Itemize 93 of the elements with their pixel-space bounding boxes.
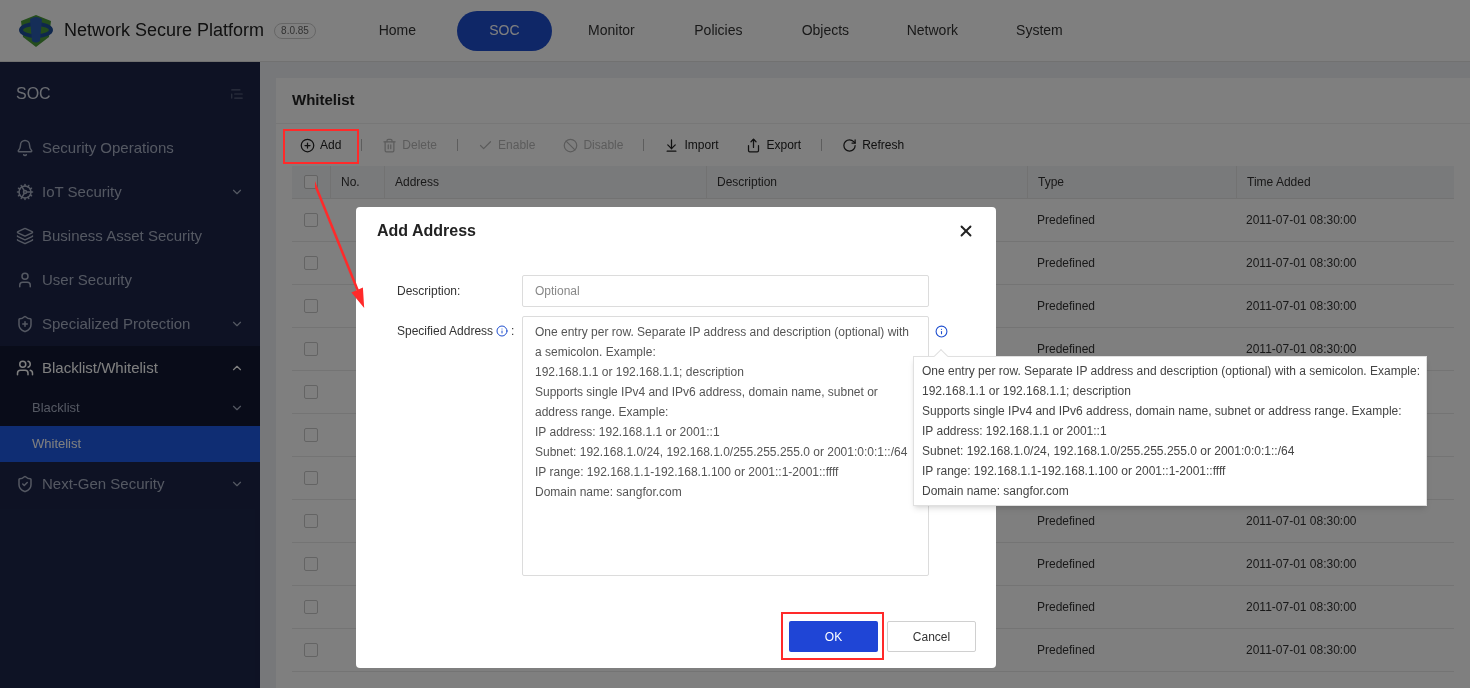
user-icon — [16, 271, 34, 289]
tooltip-line: 192.168.1.1 or 192.168.1.1; description — [922, 383, 1132, 400]
tooltip-line: IP address: 192.168.1.1 or 2001::1 — [922, 423, 1108, 440]
info-icon[interactable] — [496, 325, 509, 337]
toolbar-button[interactable]: Add — [292, 136, 350, 154]
address-entry-line: Subnet: 192.168.1.0/24, 192.168.1.0/255.255.255.0 or 2001:0:0:1::/64 — [535, 444, 909, 461]
nav-tab[interactable]: Objects — [777, 10, 873, 51]
sidebar-item[interactable]: Next-Gen Security — [0, 462, 260, 506]
checkbox[interactable] — [304, 643, 318, 657]
field-label: Description: — [397, 283, 462, 300]
checkbox[interactable] — [304, 256, 318, 270]
sidebar-subitem[interactable]: Whitelist — [0, 426, 260, 462]
shield-check-icon — [16, 475, 34, 493]
table-cell: 2011-07-01 08:30:00 — [1246, 213, 1357, 227]
nav-tab[interactable]: System — [991, 10, 1087, 51]
cancel-button[interactable]: Cancel — [887, 621, 976, 652]
share-icon — [746, 137, 762, 153]
checkbox[interactable] — [304, 428, 318, 442]
table-cell: 2011-07-01 08:30:00 — [1246, 557, 1357, 571]
table-cell: Predefined — [1037, 299, 1096, 313]
sidebar-item[interactable]: Business Asset Security — [0, 214, 260, 258]
address-entry-line: 192.168.1.1 or 192.168.1.1; description — [535, 364, 745, 381]
description-field[interactable]: Optional — [522, 275, 929, 307]
table-cell: 2011-07-01 08:30:00 — [1246, 299, 1357, 313]
sidebar-title: SOC — [16, 84, 51, 104]
checkbox[interactable] — [304, 342, 318, 356]
toolbar-button[interactable]: Export — [738, 136, 810, 154]
address-entry-line: One entry per row. Separate IP address and description (optional) with a semicolon. Example: — [535, 324, 910, 361]
checkbox[interactable] — [304, 557, 318, 571]
table-cell: Predefined — [1037, 213, 1096, 227]
menu-collapse-icon[interactable] — [230, 87, 244, 101]
shield-icon — [16, 315, 34, 333]
nav-tab[interactable]: Policies — [670, 10, 766, 51]
label-colon: : — [511, 323, 515, 340]
sidebar-item[interactable]: User Security — [0, 258, 260, 302]
column-header: No. — [330, 166, 384, 198]
table-cell: Predefined — [1037, 557, 1096, 571]
trash-icon — [382, 137, 398, 153]
nav-tab[interactable]: Monitor — [563, 10, 659, 51]
cog-icon — [16, 183, 34, 201]
info-icon[interactable] — [935, 325, 948, 338]
table-cell: Predefined — [1037, 600, 1096, 614]
page-title: Whitelist — [292, 90, 355, 111]
toolbar-button[interactable]: Import — [656, 136, 727, 154]
layers-icon — [16, 227, 34, 245]
bell-icon — [16, 139, 34, 157]
address-entry-line: IP range: 192.168.1.1-192.168.1.100 or 2001::1-2001::ffff — [535, 464, 840, 481]
field-label: Specified Address — [397, 323, 494, 340]
refresh-icon — [842, 137, 858, 153]
column-header: Address — [384, 166, 706, 198]
nav-tab[interactable]: Network — [884, 10, 980, 51]
address-entry-line: Domain name: sangfor.com — [535, 484, 683, 501]
tooltip-line: Subnet: 192.168.1.0/24, 192.168.1.0/255.255.255.0 or 2001:0:0:1::/64 — [922, 443, 1296, 460]
tooltip-line: Domain name: sangfor.com — [922, 483, 1070, 500]
column-header: Time Added — [1236, 166, 1454, 198]
table-cell: Predefined — [1037, 514, 1096, 528]
sidebar-item[interactable]: Blacklist/Whitelist — [0, 346, 260, 390]
table-cell: 2011-07-01 08:30:00 — [1246, 514, 1357, 528]
table-cell: 2011-07-01 08:30:00 — [1246, 256, 1357, 270]
table-cell: 2011-07-01 08:30:00 — [1246, 643, 1357, 657]
ban-icon — [563, 137, 579, 153]
checkbox[interactable] — [304, 600, 318, 614]
dialog-title: Add Address — [377, 221, 476, 241]
column-header: Type — [1027, 166, 1236, 198]
product-name: Network Secure Platform — [64, 19, 265, 42]
checkbox[interactable] — [304, 471, 318, 485]
checkbox[interactable] — [304, 213, 318, 227]
sidebar-item[interactable]: Security Operations — [0, 126, 260, 170]
toolbar-button[interactable]: Refresh — [834, 136, 913, 154]
plus-circle-icon — [300, 137, 315, 153]
tooltip-line: One entry per row. Separate IP address and description (optional) with a semicolon. Example: — [922, 363, 1418, 380]
nav-tab[interactable]: Home — [349, 10, 445, 51]
ok-button[interactable]: OK — [789, 621, 878, 652]
nav-tab[interactable]: SOC — [456, 10, 552, 51]
logo-icon — [18, 12, 54, 49]
table-cell: 2011-07-01 08:30:00 — [1246, 600, 1357, 614]
users-icon — [16, 359, 34, 377]
checkbox[interactable] — [304, 385, 318, 399]
sidebar-item[interactable]: IoT Security — [0, 170, 260, 214]
table-cell: Predefined — [1037, 342, 1096, 356]
sidebar-subitem[interactable]: Blacklist — [0, 390, 260, 426]
tooltip-line: Supports single IPv4 and IPv6 address, domain name, subnet or address range. Example: — [922, 403, 1403, 420]
checkbox[interactable] — [304, 175, 318, 189]
tooltip-line: IP range: 192.168.1.1-192.168.1.100 or 2001::1-2001::ffff — [922, 463, 1227, 480]
column-header: Description — [706, 166, 1027, 198]
address-entry-line: IP address: 192.168.1.1 or 2001::1 — [535, 424, 721, 441]
checkbox[interactable] — [304, 299, 318, 313]
address-entry-line: Supports single IPv4 and IPv6 address, domain name, subnet or address range. Example: — [535, 384, 879, 421]
table-cell: Predefined — [1037, 643, 1096, 657]
checkbox[interactable] — [304, 514, 318, 528]
table-cell: 2011-07-01 08:30:00 — [1246, 342, 1357, 356]
table-cell: Predefined — [1037, 256, 1096, 270]
sidebar-item[interactable]: Specialized Protection — [0, 302, 260, 346]
